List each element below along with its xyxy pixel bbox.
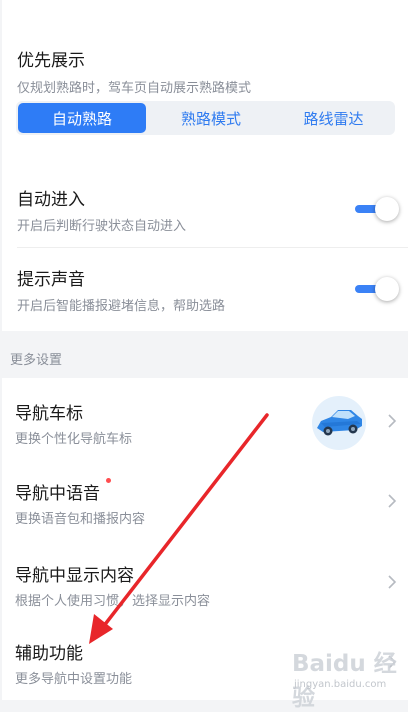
new-badge-dot [106, 478, 111, 483]
segment-route-radar[interactable]: 路线雷达 [274, 103, 393, 133]
accessibility-subtitle: 更多导航中设置功能 [15, 672, 133, 687]
priority-subtitle: 仅规划熟路时，驾车页自动展示熟路模式 [17, 81, 252, 96]
baidu-jingyan-watermark: Baidu 经验 jingyan.baidu.com [288, 642, 406, 711]
auto-enter-toggle[interactable] [355, 196, 399, 222]
blue-car-icon [312, 396, 366, 450]
accessibility-title: 辅助功能 [15, 644, 83, 664]
nav-car-icon-subtitle: 更换个性化导航车标 [15, 432, 133, 447]
priority-segmented-control: 自动熟路 熟路模式 路线雷达 [16, 101, 395, 135]
segment-familiar-mode[interactable]: 熟路模式 [147, 103, 275, 133]
nav-car-icon-title: 导航车标 [15, 404, 83, 424]
nav-display-content-title: 导航中显示内容 [15, 566, 134, 586]
nav-display-content-subtitle: 根据个人使用习惯，选择显示内容 [15, 594, 211, 609]
voice-prompt-title: 提示声音 [17, 270, 85, 290]
auto-enter-title: 自动进入 [17, 190, 85, 210]
auto-enter-subtitle: 开启后判断行驶状态自动进入 [17, 219, 187, 234]
voice-prompt-subtitle: 开启后智能播报避堵信息，帮助选路 [17, 299, 226, 314]
watermark-logo: Baidu 经验 [292, 651, 397, 711]
chevron-right-icon [388, 414, 397, 428]
voice-prompt-toggle[interactable] [355, 276, 399, 302]
chevron-right-icon [388, 575, 397, 589]
route-settings-card: 优先展示 仅规划熟路时，驾车页自动展示熟路模式 自动熟路 熟路模式 路线雷达 自… [2, 0, 408, 331]
watermark-url: jingyan.baidu.com [294, 679, 387, 690]
segment-auto-familiar[interactable]: 自动熟路 [18, 103, 146, 133]
divider [17, 247, 408, 248]
nav-voice-subtitle: 更换语音包和播报内容 [15, 512, 146, 527]
priority-title: 优先展示 [17, 51, 85, 71]
nav-voice-title: 导航中语音 [15, 484, 100, 504]
more-settings-label: 更多设置 [10, 353, 63, 368]
chevron-right-icon [388, 494, 397, 508]
